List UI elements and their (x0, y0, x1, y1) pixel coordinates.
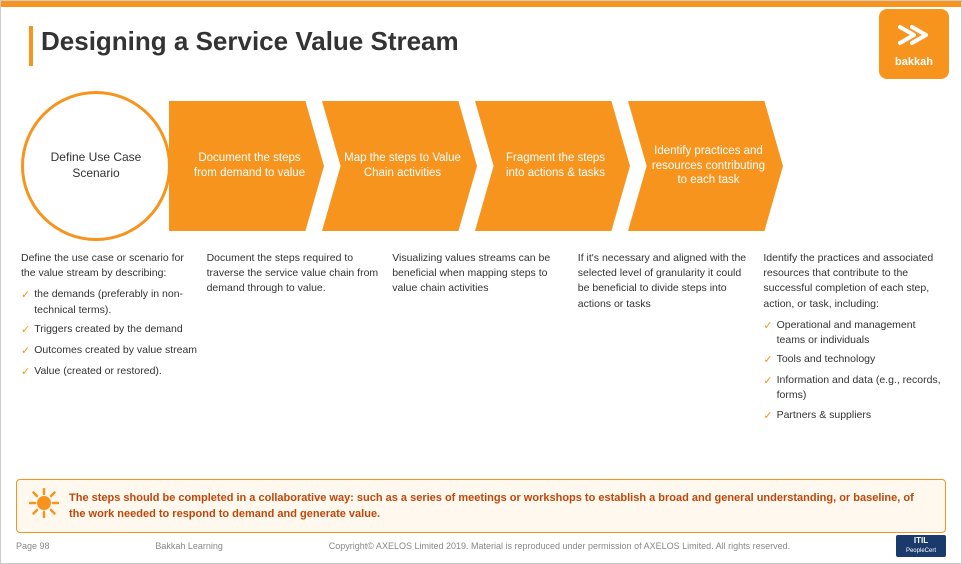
check-icon-5c: ✓ (763, 374, 772, 390)
step-1-shape: Define Use Case Scenario (21, 91, 171, 241)
desc-col-1: Define the use case or scenario for the … (21, 251, 199, 429)
step-3-shape: Map the steps to Value Chain activities (322, 101, 477, 231)
left-accent-bar (29, 26, 33, 66)
check-icon-5d: ✓ (763, 409, 772, 425)
step-3-label: Map the steps to Value Chain activities (322, 146, 477, 186)
step-5-label: Identify practices and resources contrib… (628, 139, 783, 194)
bottom-banner: The steps should be completed in a colla… (16, 479, 946, 533)
desc-5-bullet-4: ✓ Partners & suppliers (763, 408, 941, 425)
desc-col-3: Visualizing values streams can be benefi… (392, 251, 570, 429)
banner-text: The steps should be completed in a colla… (69, 490, 933, 523)
check-icon-5a: ✓ (763, 319, 772, 335)
sun-icon (29, 488, 59, 524)
desc-5-bullet-3: ✓ Information and data (e.g., records, f… (763, 373, 941, 403)
desc-3-intro: Visualizing values streams can be benefi… (392, 251, 570, 297)
check-icon-2: ✓ (21, 323, 30, 339)
footer-copyright: Copyright© AXELOS Limited 2019. Material… (329, 541, 790, 551)
check-icon-1: ✓ (21, 288, 30, 304)
step-1-label: Define Use Case Scenario (24, 142, 168, 189)
desc-1-bullet-1: ✓ the demands (preferably in non-technic… (21, 287, 199, 317)
desc-5-bullet-1: ✓ Operational and management teams or in… (763, 318, 941, 348)
desc-1-bullet-4: ✓ Value (created or restored). (21, 364, 199, 381)
step-5-shape: Identify practices and resources contrib… (628, 101, 783, 231)
bakkah-logo-icon (896, 21, 932, 56)
bakkah-logo: bakkah (879, 9, 949, 79)
desc-1-intro: Define the use case or scenario for the … (21, 251, 199, 281)
step-4-label: Fragment the steps into actions & tasks (475, 146, 630, 186)
check-icon-3: ✓ (21, 344, 30, 360)
footer-center: Bakkah Learning (155, 541, 223, 551)
step-2-shape: Document the steps from demand to value (169, 101, 324, 231)
footer: Page 98 Bakkah Learning Copyright© AXELO… (1, 535, 961, 557)
page-number: Page 98 (16, 541, 50, 551)
descriptions-section: Define the use case or scenario for the … (21, 251, 941, 429)
check-icon-5b: ✓ (763, 353, 772, 369)
itil-logo: ITILPeopleCert (896, 535, 946, 557)
desc-1-bullet-2: ✓ Triggers created by the demand (21, 322, 199, 339)
desc-4-intro: If it's necessary and aligned with the s… (578, 251, 756, 312)
bakkah-logo-text: bakkah (895, 56, 933, 68)
desc-col-2: Document the steps required to traverse … (207, 251, 385, 429)
desc-col-4: If it's necessary and aligned with the s… (578, 251, 756, 429)
check-icon-4: ✓ (21, 365, 30, 381)
desc-5-intro: Identify the practices and associated re… (763, 251, 941, 312)
step-4-shape: Fragment the steps into actions & tasks (475, 101, 630, 231)
desc-2-intro: Document the steps required to traverse … (207, 251, 385, 297)
slide: Designing a Service Value Stream bakkah … (0, 0, 962, 564)
step-2-label: Document the steps from demand to value (169, 146, 324, 186)
top-accent-bar (1, 1, 961, 7)
desc-5-bullet-2: ✓ Tools and technology (763, 352, 941, 369)
steps-section: Define Use Case Scenario Document the st… (21, 81, 941, 251)
slide-title: Designing a Service Value Stream (41, 26, 459, 57)
desc-1-bullet-3: ✓ Outcomes created by value stream (21, 343, 199, 360)
desc-col-5: Identify the practices and associated re… (763, 251, 941, 429)
